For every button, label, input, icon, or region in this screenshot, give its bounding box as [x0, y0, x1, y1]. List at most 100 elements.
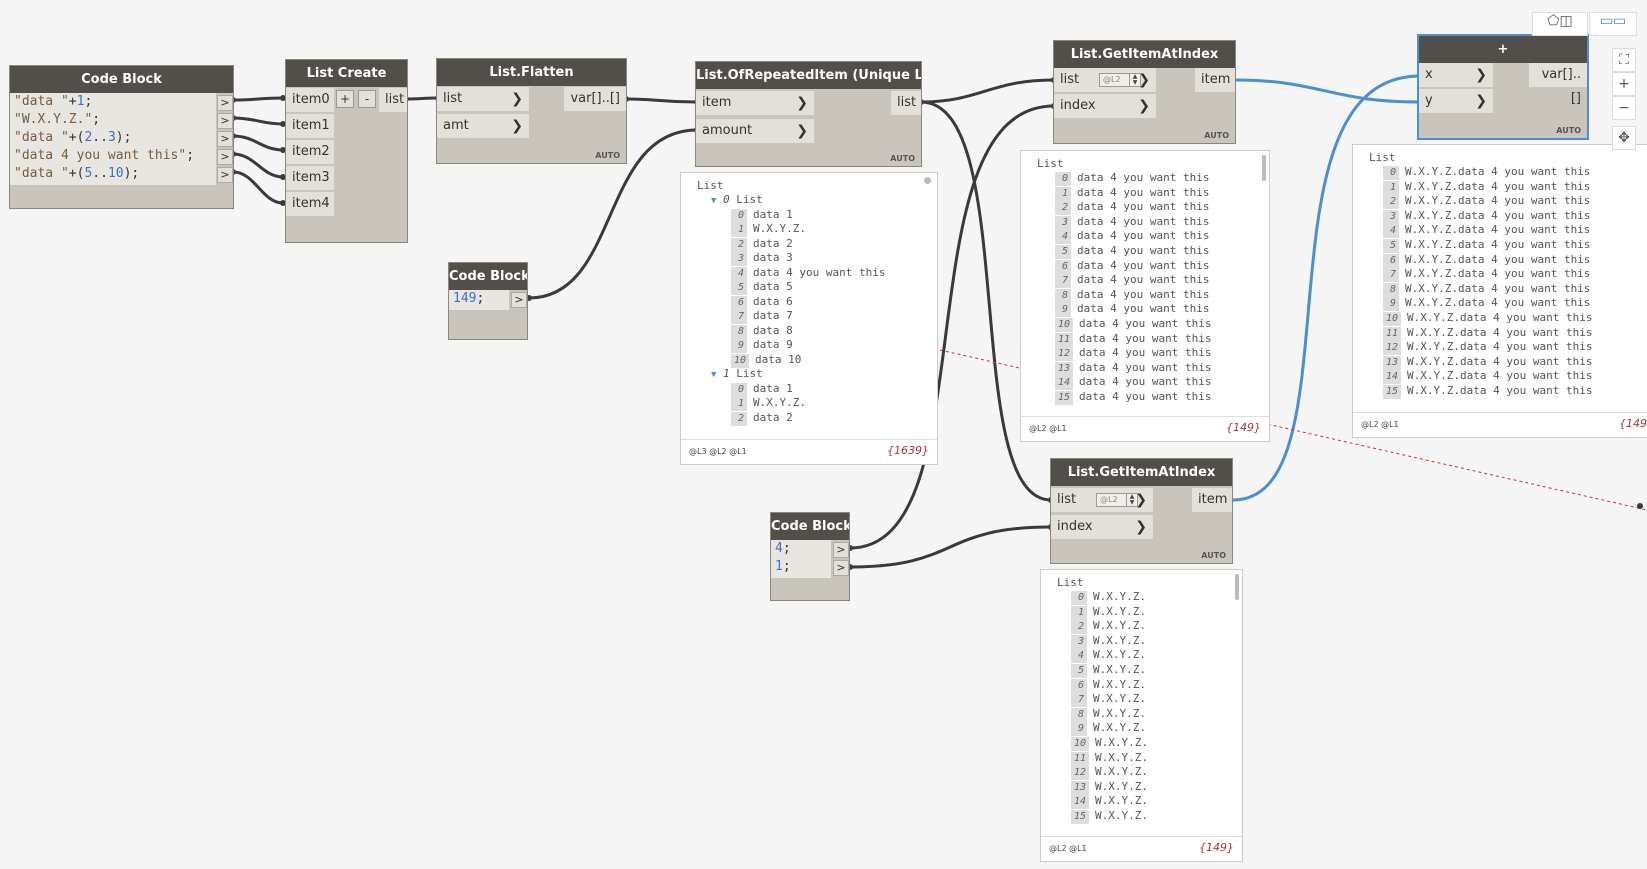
list-item: 9 W.X.Y.Z.data 4 you want this: [1383, 296, 1590, 312]
list-item: 2 data 2: [731, 411, 793, 426]
output-port[interactable]: >: [217, 131, 233, 147]
code-block-node[interactable]: Code Block 149; >: [448, 262, 528, 340]
item-count: {149}: [1226, 421, 1261, 434]
list-item: 6 data 4 you want this: [1055, 259, 1209, 274]
list-item: 7 W.X.Y.Z.: [1071, 692, 1146, 708]
input-port-item1[interactable]: item1: [286, 114, 334, 138]
input-port-index[interactable]: index ❯: [1054, 94, 1156, 118]
output-port[interactable]: >: [833, 560, 849, 576]
output-port[interactable]: >: [217, 149, 233, 165]
node-title: List.OfRepeatedItem (Unique List): [696, 62, 921, 89]
output-port[interactable]: >: [217, 167, 233, 183]
list-item: 10 data 4 you want this: [1055, 317, 1212, 332]
input-port-item0[interactable]: item0: [286, 88, 334, 112]
chevron-right-icon: ❯: [511, 91, 523, 107]
list-item: 0 data 4 you want this: [1055, 171, 1209, 186]
list-flatten-node[interactable]: List.Flatten list ❯ amt ❯ var[]..[] AUTO: [436, 58, 627, 164]
scrollbar[interactable]: [1235, 574, 1239, 600]
input-port-y[interactable]: y ❯: [1419, 89, 1493, 113]
list-item: 7 data 7: [731, 309, 793, 324]
list-item: 5 data 5: [731, 280, 793, 295]
output-port[interactable]: >: [511, 292, 527, 308]
list-item: 11 data 4 you want this: [1055, 332, 1212, 347]
lacing-label: AUTO: [1204, 131, 1229, 140]
output-port-list[interactable]: list: [379, 88, 407, 112]
wire: [920, 78, 1055, 104]
code-editor[interactable]: 4; 1;: [771, 540, 831, 578]
graph-view-icon[interactable]: ▭▭: [1589, 12, 1637, 36]
input-port-item2[interactable]: item2: [286, 140, 334, 164]
list-item: 3 data 3: [731, 251, 793, 266]
list-item: 6 data 6: [731, 295, 793, 310]
list-item: 14 W.X.Y.Z.: [1071, 794, 1148, 810]
input-port-amount[interactable]: amount ❯: [696, 119, 814, 143]
get-item-at-index-node[interactable]: List.GetItemAtIndex list ❯ @L2 ▲ ▼ index ❯ i…: [1050, 458, 1233, 564]
zoom-fit-icon[interactable]: ⛶: [1612, 48, 1636, 72]
list-item: 9 data 9: [731, 338, 793, 353]
add-node[interactable]: + x ❯ y ❯ var[]..[] AUTO: [1417, 34, 1589, 140]
preview-bubble[interactable]: List 0 data 4 you want this 1 data 4 you wa…: [1020, 150, 1270, 442]
output-port-var[interactable]: var[]..[]: [1529, 63, 1587, 106]
preview-root-label: List: [1057, 576, 1084, 589]
zoom-out-icon[interactable]: −: [1612, 96, 1636, 120]
pan-icon[interactable]: ✥: [1612, 126, 1636, 150]
list-level-selector[interactable]: @L2 ▲ ▼: [1099, 73, 1141, 87]
input-port-item[interactable]: item ❯: [696, 91, 814, 115]
list-levels: @L2 @L1: [1029, 424, 1067, 433]
output-port-var[interactable]: var[]..[]: [564, 87, 626, 111]
output-port-list[interactable]: list: [891, 91, 921, 115]
preview-footer: @L3 @L2 @L1 {1639}: [681, 439, 937, 464]
list-item: 1 W.X.Y.Z.: [731, 396, 806, 411]
list-item: 2 W.X.Y.Z.data 4 you want this: [1383, 194, 1590, 210]
list-item: 2 data 2: [731, 237, 793, 252]
spinner-icon[interactable]: ▲ ▼: [1129, 74, 1140, 86]
list-group-header[interactable]: ▼ 1 List: [711, 367, 763, 381]
list-level-selector[interactable]: @L2 ▲ ▼: [1096, 493, 1138, 507]
list-item: 0 data 1: [731, 208, 793, 223]
list-item: 12 data 4 you want this: [1055, 346, 1212, 362]
preview-bubble[interactable]: List ▼ 0 List 0 data 1 1 W.X.Y.Z. 2 data 2 3 dat…: [680, 172, 938, 465]
code-block-node[interactable]: Code Block "data "+1; "W.X.Y.Z."; "data "+…: [9, 65, 234, 209]
add-input-button[interactable]: +: [336, 90, 354, 108]
list-of-repeated-item-node[interactable]: List.OfRepeatedItem (Unique List) item❯ …: [695, 61, 922, 167]
output-port-item[interactable]: item: [1195, 68, 1235, 92]
list-item: 1 W.X.Y.Z.data 4 you want this: [1383, 180, 1590, 195]
zoom-in-icon[interactable]: +: [1612, 72, 1636, 96]
spinner-icon[interactable]: ▲ ▼: [1126, 494, 1137, 506]
geometry-view-icon[interactable]: ⬠◫: [1532, 12, 1588, 36]
wire: [232, 96, 284, 102]
get-item-at-index-node[interactable]: List.GetItemAtIndex list ❯ @L2 ▲ ▼ index ❯ i…: [1053, 40, 1236, 144]
list-item: 13 W.X.Y.Z.: [1071, 780, 1148, 795]
output-port[interactable]: >: [217, 95, 233, 111]
remove-input-button[interactable]: -: [358, 90, 376, 108]
output-port-item[interactable]: item: [1192, 488, 1232, 512]
list-item: 8 W.X.Y.Z.data 4 you want this: [1383, 282, 1590, 297]
list-create-node[interactable]: List Create item0 item1 item2 item3 item…: [285, 59, 408, 243]
output-port[interactable]: >: [833, 542, 849, 558]
graph-canvas[interactable]: Code Block "data "+1; "W.X.Y.Z."; "data "+…: [0, 0, 1647, 869]
wire: [232, 152, 284, 179]
input-port-item4[interactable]: item4: [286, 192, 334, 216]
list-item: 14 data 4 you want this: [1055, 375, 1212, 391]
input-port-amt[interactable]: amt ❯: [437, 114, 529, 138]
preview-bubble[interactable]: List 0 W.X.Y.Z. 1 W.X.Y.Z. 2 W.X.Y.Z. 3 W.X.Y.Z…: [1040, 569, 1243, 862]
input-port-list[interactable]: list ❯: [437, 87, 529, 111]
input-port-index[interactable]: index ❯: [1051, 515, 1153, 539]
list-group-header[interactable]: ▼ 0 List: [711, 193, 763, 207]
list-item: 4 data 4 you want this: [1055, 229, 1209, 245]
list-item: 8 W.X.Y.Z.: [1071, 707, 1146, 722]
input-port-x[interactable]: x ❯: [1419, 63, 1493, 87]
lacing-label: AUTO: [1201, 551, 1226, 560]
output-port[interactable]: >: [217, 113, 233, 129]
preview-bubble[interactable]: List 0 W.X.Y.Z.data 4 you want this 1 W.X.Y…: [1352, 144, 1647, 438]
list-item: 13 W.X.Y.Z.data 4 you want this: [1383, 355, 1592, 370]
scrollbar[interactable]: [1262, 155, 1266, 181]
scrollbar[interactable]: [924, 177, 931, 184]
input-port-item3[interactable]: item3: [286, 166, 334, 190]
code-line: "data "+1;: [14, 94, 93, 109]
list-item: 3 data 4 you want this: [1055, 215, 1209, 230]
code-editor[interactable]: "data "+1; "W.X.Y.Z."; "data "+(2..3); "dat…: [10, 93, 216, 185]
wire: [232, 116, 284, 126]
code-editor[interactable]: 149;: [449, 290, 509, 310]
code-block-node[interactable]: Code Block 4; 1; > >: [770, 512, 850, 601]
